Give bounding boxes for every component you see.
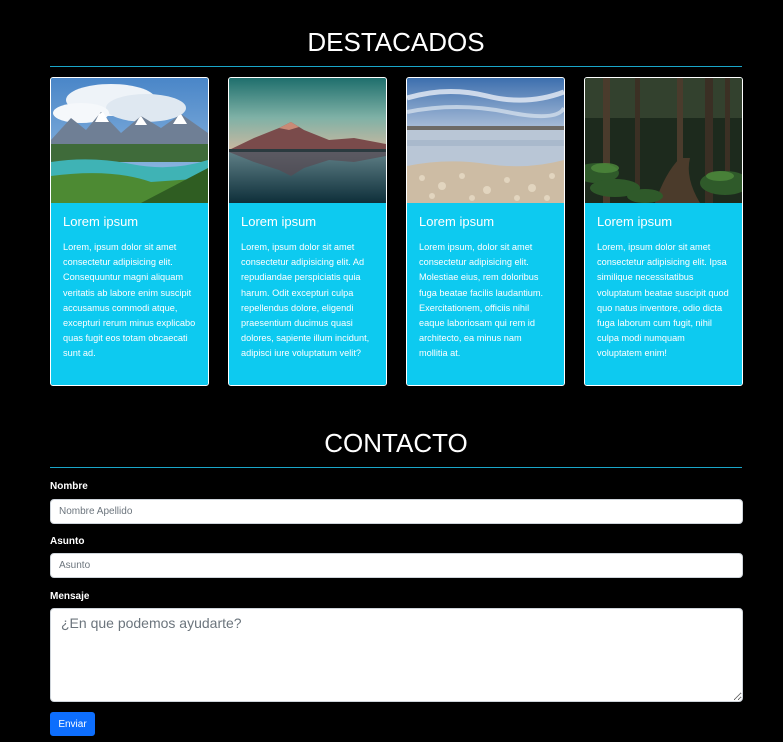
featured-card: Lorem ipsum Lorem, ipsum dolor sit amet … [228,77,387,386]
mountain-lake-photo [51,78,208,203]
card-text: Lorem ipsum, dolor sit amet consectetur … [419,242,544,359]
card-body: Lorem ipsum Lorem, ipsum dolor sit amet … [585,203,742,385]
salt-flat-photo [407,78,564,203]
featured-card: Lorem ipsum Lorem, ipsum dolor sit amet … [584,77,743,386]
message-textarea[interactable] [50,608,743,702]
name-label: Nombre [50,481,88,492]
featured-cards: Lorem ipsum Lorem, ipsum dolor sit amet … [50,77,743,386]
card-body: Lorem ipsum Lorem ipsum, dolor sit amet … [407,203,564,385]
card-text: Lorem, ipsum dolor sit amet consectetur … [597,242,729,359]
card-text: Lorem, ipsum dolor sit amet consectetur … [63,242,196,359]
card-text: Lorem, ipsum dolor sit amet consectetur … [241,242,370,359]
mountain-reflection-photo [229,78,386,203]
card-title: Lorem ipsum [419,214,495,229]
card-title: Lorem ipsum [63,214,139,229]
contact-title: CONTACTO [324,428,468,458]
name-input[interactable] [50,499,743,524]
message-label: Mensaje [50,591,90,602]
subject-input[interactable] [50,553,743,578]
featured-card: Lorem ipsum Lorem ipsum, dolor sit amet … [406,77,565,386]
subject-label: Asunto [50,536,85,547]
featured-title: DESTACADOS [307,27,485,57]
card-body: Lorem ipsum Lorem, ipsum dolor sit amet … [229,203,386,385]
card-title: Lorem ipsum [241,214,317,229]
contact-divider [50,467,742,468]
forest-path-photo [585,78,742,203]
card-title: Lorem ipsum [597,214,673,229]
card-body: Lorem ipsum Lorem, ipsum dolor sit amet … [51,203,208,385]
featured-divider [50,66,742,67]
send-button[interactable]: Enviar [50,712,95,736]
featured-card: Lorem ipsum Lorem, ipsum dolor sit amet … [50,77,209,386]
